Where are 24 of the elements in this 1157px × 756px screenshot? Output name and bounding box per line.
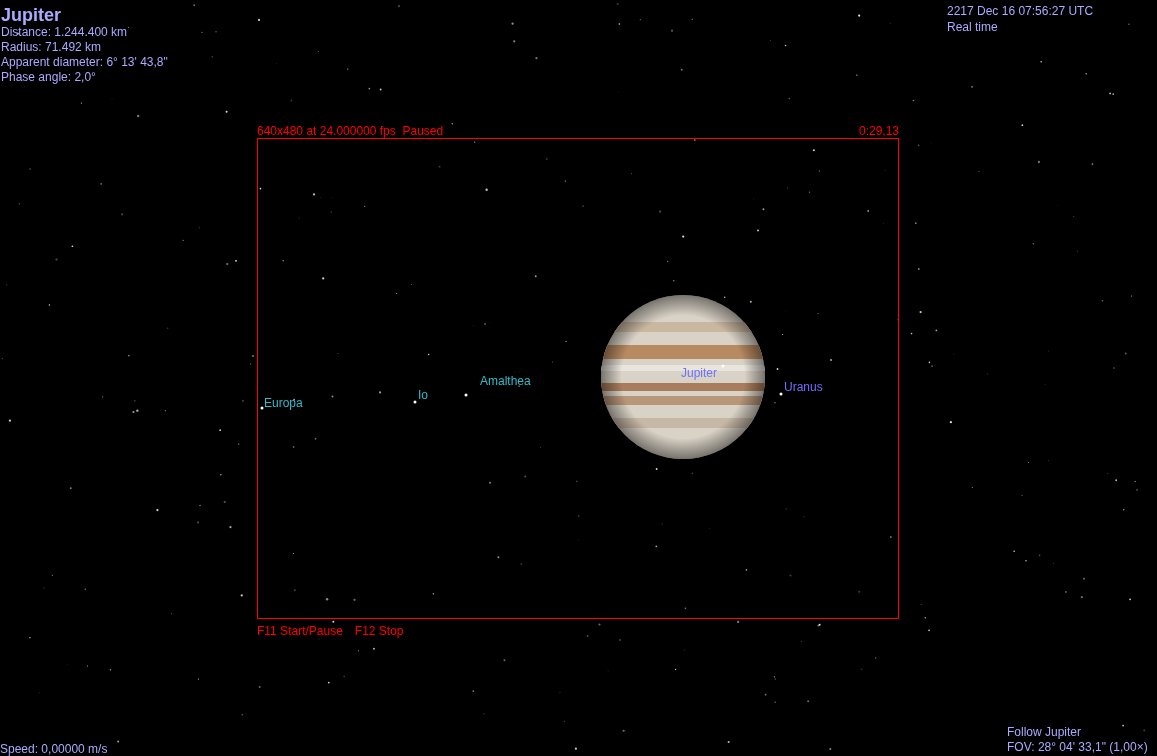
body-label: Amalthea	[480, 374, 531, 388]
recording-status-text: 640x480 at 24.000000 fps Paused	[257, 124, 444, 138]
speed-text: Speed: 0,00000 m/s	[0, 742, 108, 756]
view-mode-text: Follow Jupiter	[1007, 725, 1083, 740]
body-marker-icon	[464, 393, 468, 397]
date-time-text: 2217 Dec 16 07:56:27 UTC	[947, 3, 1094, 19]
body-marker-icon	[779, 392, 783, 396]
body-label: Io	[418, 388, 428, 402]
body-marker-icon	[721, 364, 725, 368]
body-marker-icon	[413, 400, 417, 404]
body-label: Uranus	[784, 380, 823, 394]
object-info-text: Apparent diameter: 6° 13' 43,8"	[1, 55, 168, 70]
body-label: Europa	[264, 396, 303, 410]
body-label: Jupiter	[681, 366, 718, 380]
object-info-text: Distance: 1.244.400 km	[1, 25, 129, 40]
time-rate-text: Real time	[947, 19, 999, 35]
object-info-text: Radius: 71.492 km	[1, 40, 103, 55]
recording-time-text: 0:29,13	[858, 124, 899, 138]
fov-text: FOV: 28° 04' 33,1" (1,00×)	[1007, 740, 1148, 755]
key-hint-text: F12 Stop	[354, 623, 404, 639]
key-hint-text: F11 Start/Pause	[257, 623, 343, 639]
object-info-text: Phase angle: 2,0°	[1, 70, 97, 85]
object-name: Jupiter	[1, 5, 62, 25]
body-marker-icon	[260, 406, 264, 410]
